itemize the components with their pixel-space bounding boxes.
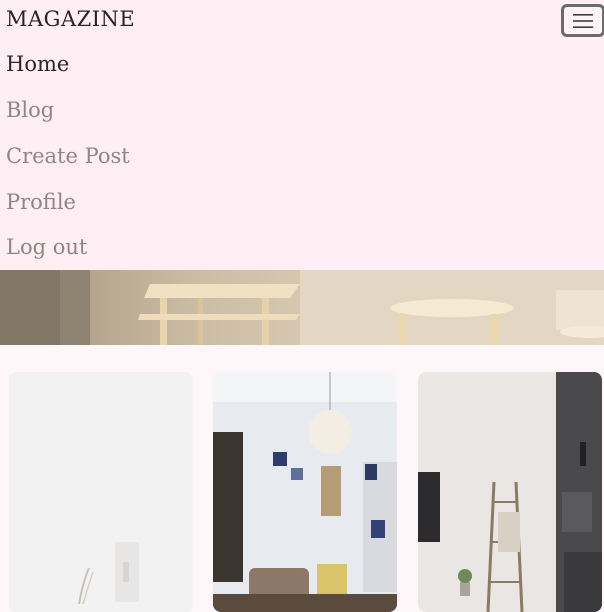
- white-wall-vase-image: [9, 372, 193, 612]
- nav-item-log-out[interactable]: Log out: [6, 235, 87, 259]
- nav-item-create-post[interactable]: Create Post: [6, 144, 130, 168]
- nav-item-home[interactable]: Home: [6, 52, 69, 76]
- hero-banner: [0, 270, 604, 345]
- hamburger-icon: [573, 13, 593, 28]
- nav-item-profile[interactable]: Profile: [6, 190, 76, 214]
- brand-logo[interactable]: MAGAZINE: [6, 7, 135, 31]
- post-card[interactable]: [213, 372, 397, 612]
- living-room-chandelier-image: [213, 372, 397, 612]
- post-card[interactable]: [418, 372, 602, 612]
- ladder-shelf-interior-image: [418, 372, 602, 612]
- post-card[interactable]: [9, 372, 193, 612]
- post-cards: [0, 345, 604, 612]
- navbar: MAGAZINE Home Blog Create Post Profile L…: [0, 0, 604, 270]
- stool-furniture-image: [0, 270, 604, 345]
- nav-item-blog[interactable]: Blog: [6, 98, 54, 122]
- navbar-toggle-button[interactable]: [561, 4, 604, 37]
